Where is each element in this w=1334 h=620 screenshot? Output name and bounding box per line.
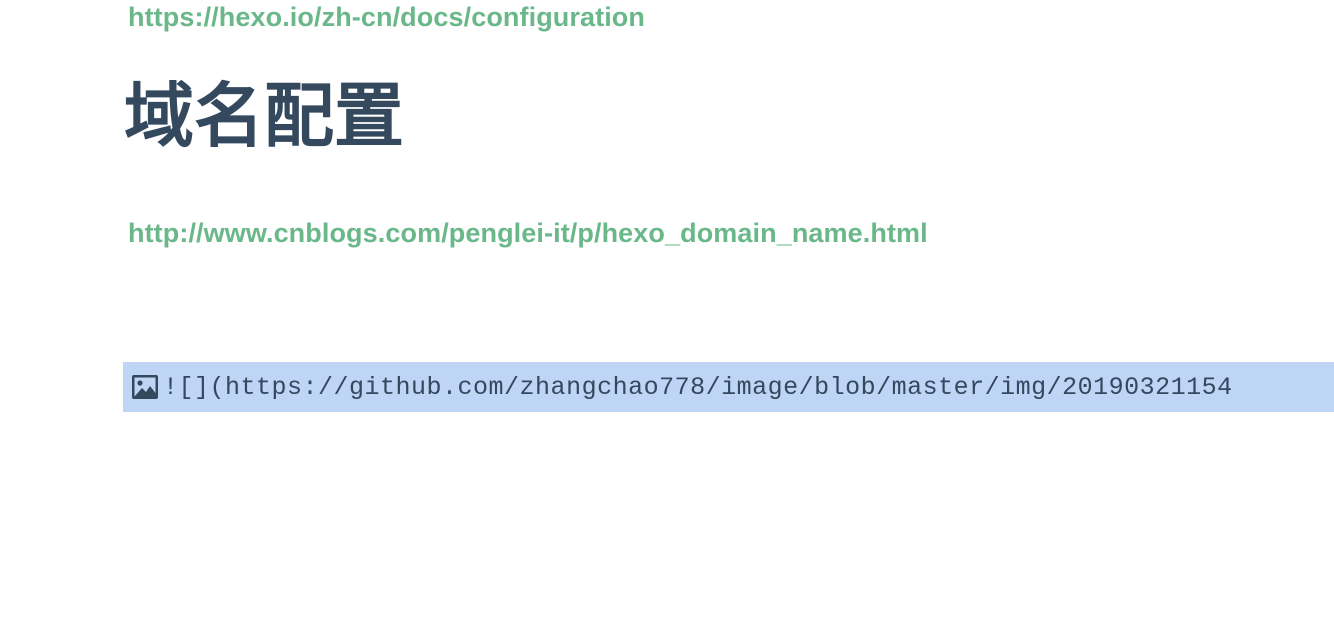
image-markdown-line[interactable]: ![](https://github.com/zhangchao778/imag… <box>123 362 1334 412</box>
image-icon <box>131 374 159 400</box>
config-docs-link[interactable]: https://hexo.io/zh-cn/docs/configuration <box>128 0 645 34</box>
domain-config-link[interactable]: http://www.cnblogs.com/penglei-it/p/hexo… <box>128 216 928 250</box>
image-markdown-text: ![](https://github.com/zhangchao778/imag… <box>163 372 1233 402</box>
page-heading: 域名配置 <box>124 75 404 157</box>
editor-page: https://hexo.io/zh-cn/docs/configuration… <box>0 0 1334 620</box>
